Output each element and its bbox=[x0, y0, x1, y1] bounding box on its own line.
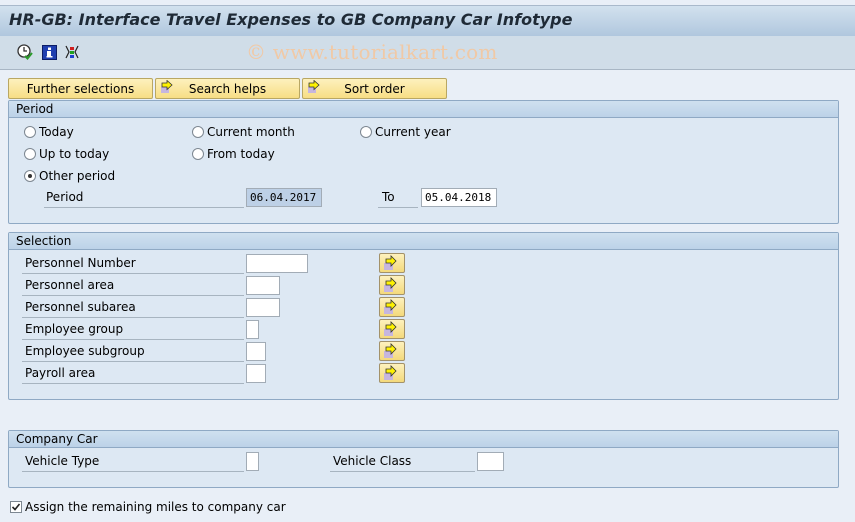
employee-group-multiple-selection-button[interactable] bbox=[379, 319, 405, 339]
execute-icon[interactable] bbox=[17, 44, 33, 60]
title-bar: HR-GB: Interface Travel Expenses to GB C… bbox=[0, 5, 855, 36]
payroll-area-input[interactable] bbox=[246, 364, 266, 383]
vehicle-type-label: Vehicle Type bbox=[22, 452, 244, 472]
selection-header: Selection bbox=[9, 233, 838, 250]
personnel-number-input[interactable] bbox=[246, 254, 308, 273]
search-helps-label: Search helps bbox=[188, 81, 267, 96]
radio-today[interactable]: Today bbox=[24, 125, 74, 139]
radio-other-period[interactable]: Other period bbox=[24, 169, 115, 183]
personnel-subarea-input[interactable] bbox=[246, 298, 280, 317]
period-header: Period bbox=[9, 101, 838, 118]
radio-label: Current year bbox=[375, 125, 451, 139]
arrow-right-icon bbox=[384, 299, 397, 314]
radio-label: Current month bbox=[207, 125, 295, 139]
personnel-number-label: Personnel Number bbox=[22, 254, 244, 274]
employee-group-input[interactable] bbox=[246, 320, 259, 339]
radio-label: Up to today bbox=[39, 147, 110, 161]
vehicle-type-input[interactable] bbox=[246, 452, 259, 471]
personnel-subarea-multiple-selection-button[interactable] bbox=[379, 297, 405, 317]
radio-current-month[interactable]: Current month bbox=[192, 125, 295, 139]
sort-order-label: Sort order bbox=[344, 81, 405, 96]
arrow-right-icon bbox=[384, 321, 397, 336]
radio-from-today[interactable]: From today bbox=[192, 147, 275, 161]
period-label: Period bbox=[44, 188, 244, 208]
check-icon bbox=[11, 503, 21, 511]
radio-circle[interactable] bbox=[24, 126, 36, 138]
watermark: © www.tutorialkart.com bbox=[246, 40, 498, 64]
arrow-right-icon bbox=[160, 79, 176, 97]
arrow-right-icon bbox=[384, 255, 397, 270]
assign-miles-label: Assign the remaining miles to company ca… bbox=[25, 500, 286, 514]
period-to-input[interactable]: 05.04.2018 bbox=[421, 188, 497, 207]
assign-miles-checkbox[interactable]: Assign the remaining miles to company ca… bbox=[10, 500, 286, 514]
payroll-area-label: Payroll area bbox=[22, 364, 244, 384]
selection-options-icon[interactable] bbox=[64, 44, 80, 60]
radio-circle-selected[interactable] bbox=[24, 170, 36, 182]
employee-group-label: Employee group bbox=[22, 320, 244, 340]
page-title: HR-GB: Interface Travel Expenses to GB C… bbox=[9, 10, 573, 29]
period-from-input[interactable]: 06.04.2017 bbox=[246, 188, 322, 207]
personnel-area-multiple-selection-button[interactable] bbox=[379, 275, 405, 295]
employee-subgroup-label: Employee subgroup bbox=[22, 342, 244, 362]
info-icon[interactable] bbox=[41, 44, 57, 60]
radio-label: From today bbox=[207, 147, 275, 161]
personnel-area-label: Personnel area bbox=[22, 276, 244, 296]
arrow-right-icon bbox=[384, 365, 397, 380]
vehicle-class-label: Vehicle Class bbox=[330, 452, 475, 472]
personnel-number-multiple-selection-button[interactable] bbox=[379, 253, 405, 273]
checkbox-checked[interactable] bbox=[10, 501, 22, 513]
radio-circle[interactable] bbox=[192, 126, 204, 138]
arrow-right-icon bbox=[384, 343, 397, 358]
further-selections-button[interactable]: Further selections bbox=[8, 78, 153, 99]
employee-subgroup-input[interactable] bbox=[246, 342, 266, 361]
search-helps-button[interactable]: Search helps bbox=[155, 78, 300, 99]
personnel-subarea-label: Personnel subarea bbox=[22, 298, 244, 318]
radio-circle[interactable] bbox=[360, 126, 372, 138]
application-toolbar: © www.tutorialkart.com bbox=[0, 36, 855, 70]
payroll-area-multiple-selection-button[interactable] bbox=[379, 363, 405, 383]
radio-circle[interactable] bbox=[24, 148, 36, 160]
radio-label: Today bbox=[39, 125, 74, 139]
personnel-area-input[interactable] bbox=[246, 276, 280, 295]
sort-order-button[interactable]: Sort order bbox=[302, 78, 447, 99]
period-to-label: To bbox=[378, 188, 418, 208]
employee-subgroup-multiple-selection-button[interactable] bbox=[379, 341, 405, 361]
arrow-right-icon bbox=[307, 79, 323, 97]
radio-current-year[interactable]: Current year bbox=[360, 125, 451, 139]
radio-label: Other period bbox=[39, 169, 116, 183]
company-car-header: Company Car bbox=[9, 431, 838, 448]
radio-up-to-today[interactable]: Up to today bbox=[24, 147, 109, 161]
radio-circle[interactable] bbox=[192, 148, 204, 160]
vehicle-class-input[interactable] bbox=[477, 452, 504, 471]
arrow-right-icon bbox=[384, 277, 397, 292]
further-selections-label: Further selections bbox=[26, 81, 135, 96]
